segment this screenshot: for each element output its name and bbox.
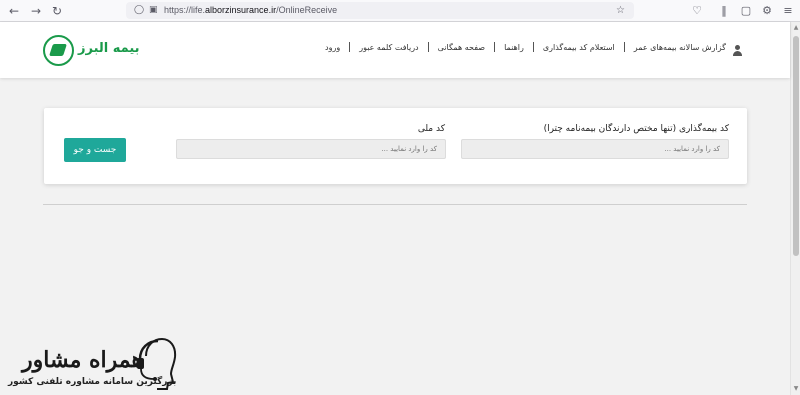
nav-divider — [494, 42, 496, 52]
nav-recover-password[interactable]: دریافت کلمه عبور — [359, 43, 418, 52]
watermark-brand: همراه مشاور — [22, 347, 144, 373]
insurer-code-label: کد بیمه‌گذاری (تنها مختص دارندگان بیمه‌ن… — [543, 124, 729, 134]
scroll-thumb[interactable] — [793, 36, 799, 256]
headset-icon — [137, 337, 177, 390]
search-card: کد بیمه‌گذاری (تنها مختص دارندگان بیمه‌ن… — [44, 108, 747, 184]
extensions-icon[interactable]: ⚙ — [759, 3, 775, 19]
content-divider — [43, 204, 747, 205]
nav-annual-report[interactable]: گزارش سالانه بیمه‌های عمر — [634, 43, 726, 52]
nav-guide[interactable]: راهنما — [504, 43, 524, 52]
user-icon[interactable] — [732, 45, 743, 56]
menu-icon[interactable]: ≡ — [780, 3, 796, 19]
nav-divider — [623, 42, 625, 52]
logo-mark — [49, 44, 67, 56]
shield-icon[interactable]: ◯ — [134, 3, 144, 18]
back-arrow-icon[interactable]: ← — [6, 3, 22, 19]
nav-login[interactable]: ورود — [325, 43, 340, 52]
url-path: /OnlineReceive — [276, 5, 338, 15]
reload-icon[interactable]: ↻ — [49, 3, 65, 19]
search-button[interactable]: جست و جو — [64, 138, 126, 162]
url-domain: alborzinsurance.ir — [205, 5, 277, 15]
user-icon-body — [733, 51, 742, 56]
page-scrollbar[interactable]: ▲ ▼ — [790, 22, 800, 395]
alborz-logo-icon[interactable] — [43, 35, 74, 66]
address-bar[interactable]: ◯ ▣ https://life.alborzinsurance.ir/Onli… — [126, 2, 634, 19]
nav-divider — [349, 42, 351, 52]
star-icon[interactable]: ☆ — [616, 3, 625, 18]
national-code-label: کد ملی — [417, 124, 445, 134]
user-icon-head — [735, 45, 740, 50]
nav-divider — [532, 42, 534, 52]
insurer-code-input[interactable] — [461, 139, 729, 159]
pocket-icon[interactable]: ♡ — [689, 3, 705, 19]
sidebar-icon[interactable]: ▢ — [738, 3, 754, 19]
nav-code-inquiry[interactable]: استعلام کد بیمه‌گذاری — [543, 43, 615, 52]
national-code-input[interactable] — [176, 139, 446, 159]
url-text[interactable]: https://life.alborzinsurance.ir/OnlineRe… — [164, 3, 337, 18]
scroll-up-icon[interactable]: ▲ — [792, 24, 800, 32]
browser-toolbar: ← → ↻ ◯ ▣ https://life.alborzinsurance.i… — [0, 0, 800, 22]
lock-icon[interactable]: ▣ — [149, 3, 158, 18]
forward-arrow-icon[interactable]: → — [28, 3, 44, 19]
site-header: بیمه البرز ورود دریافت کلمه عبور صفحه هم… — [0, 22, 790, 78]
nav-public-page[interactable]: صفحه همگانی — [438, 43, 485, 52]
logo-text[interactable]: بیمه البرز — [78, 41, 140, 56]
main-nav: ورود دریافت کلمه عبور صفحه همگانی راهنما… — [325, 42, 726, 52]
nav-divider — [427, 42, 429, 52]
scroll-down-icon[interactable]: ▼ — [792, 385, 800, 393]
url-prefix: https://life. — [164, 5, 206, 15]
library-icon[interactable]: ‖ — [716, 3, 732, 19]
